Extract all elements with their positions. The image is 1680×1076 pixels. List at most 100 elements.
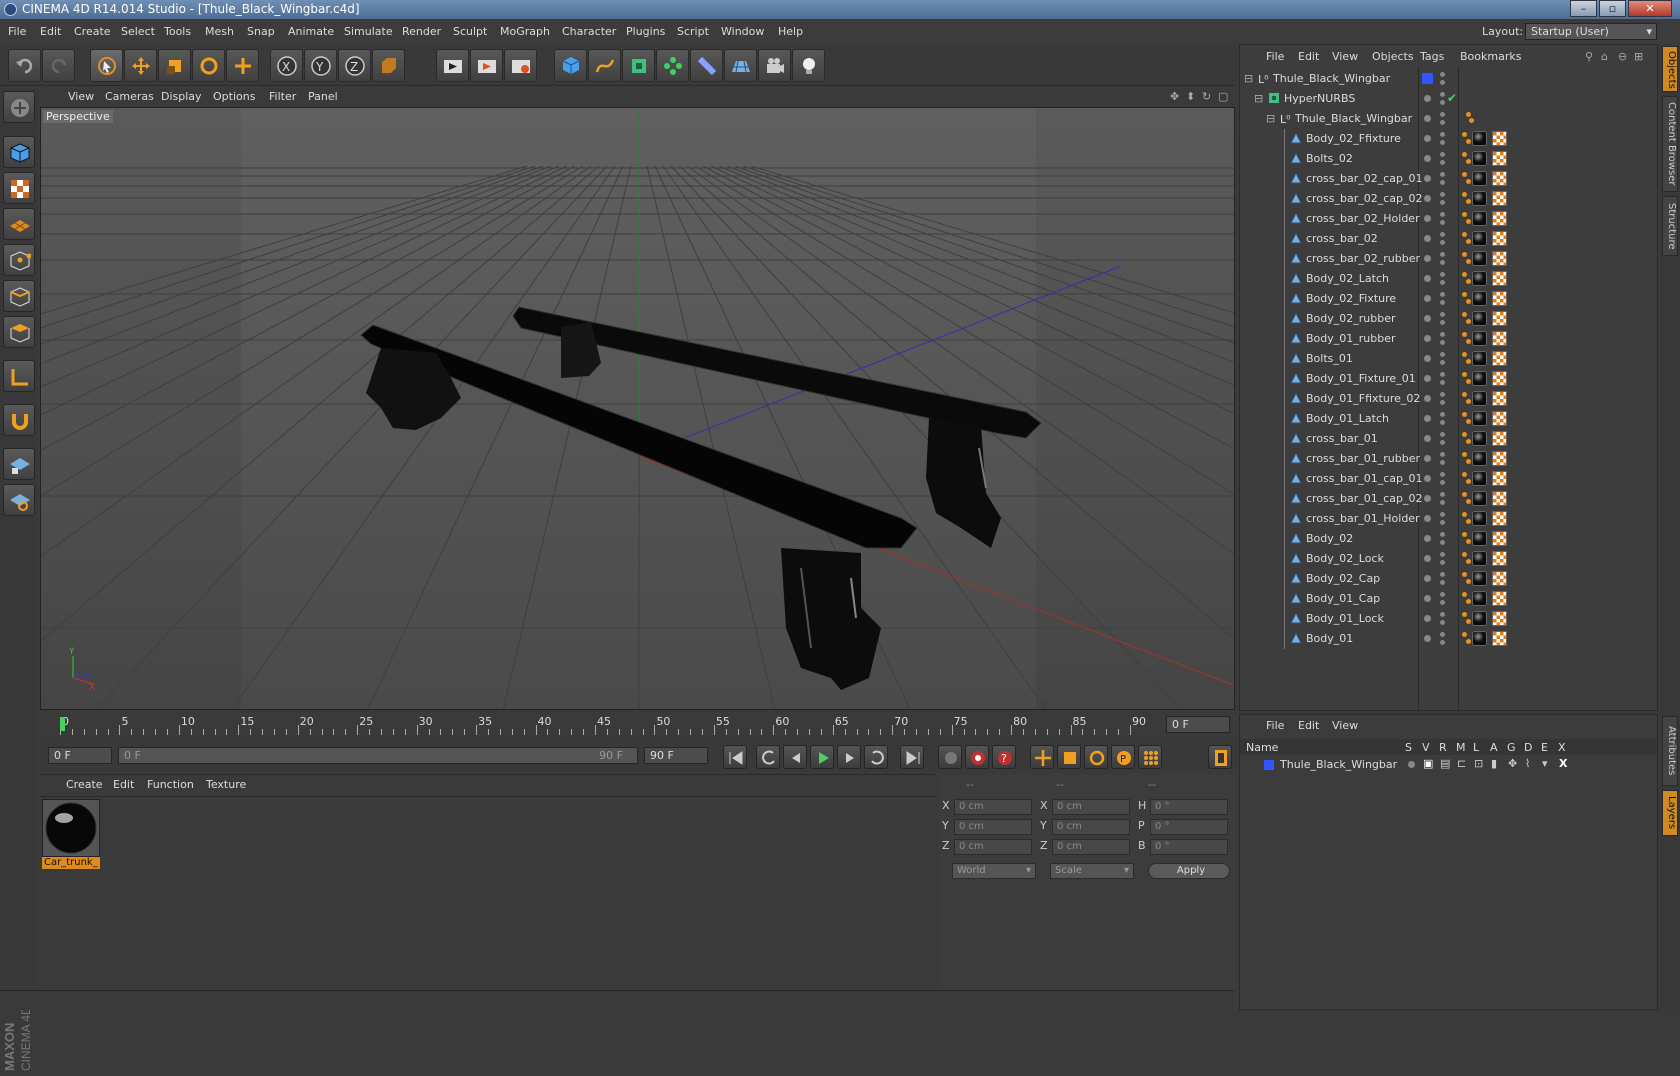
- uvw-tag-icon[interactable]: [1492, 511, 1507, 526]
- move-button[interactable]: [124, 49, 157, 82]
- object-row[interactable]: cross_bar_02_cap_02: [1240, 189, 1657, 209]
- visibility-dot[interactable]: [1424, 335, 1431, 342]
- light-button[interactable]: [792, 49, 825, 82]
- z-axis-lock-button[interactable]: Z: [338, 49, 371, 82]
- visibility-render-dot[interactable]: [1440, 440, 1445, 445]
- visibility-render-dot[interactable]: [1440, 500, 1445, 505]
- phong-tag-icon[interactable]: [1466, 579, 1471, 584]
- object-row[interactable]: Body_01_Lock: [1240, 609, 1657, 629]
- visibility-dot[interactable]: [1424, 435, 1431, 442]
- tab-attributes[interactable]: Attributes: [1662, 716, 1678, 786]
- phong-tag-icon[interactable]: [1462, 532, 1467, 537]
- uvw-tag-icon[interactable]: [1492, 571, 1507, 586]
- model-mode-button[interactable]: [3, 136, 35, 168]
- object-row[interactable]: Body_01_Fixture_01: [1240, 369, 1657, 389]
- obj-menu-objects[interactable]: Objects: [1372, 50, 1414, 63]
- vp-menu-panel[interactable]: Panel: [308, 90, 338, 103]
- object-row[interactable]: Bolts_01: [1240, 349, 1657, 369]
- material-tag-icon[interactable]: [1472, 571, 1487, 586]
- vp-menu-options[interactable]: Options: [213, 90, 255, 103]
- visibility-editor-dot[interactable]: [1440, 632, 1445, 637]
- object-row[interactable]: Body_01_Latch: [1240, 409, 1657, 429]
- visibility-editor-dot[interactable]: [1440, 452, 1445, 457]
- phong-tag-icon[interactable]: [1466, 279, 1471, 284]
- object-row[interactable]: cross_bar_02_cap_01: [1240, 169, 1657, 189]
- phong-tag-icon[interactable]: [1466, 639, 1471, 644]
- search-icon[interactable]: ⚲: [1585, 50, 1593, 63]
- uvw-tag-icon[interactable]: [1492, 271, 1507, 286]
- menu-render[interactable]: Render: [402, 25, 441, 38]
- layer-animation-icon[interactable]: ▮: [1491, 757, 1497, 770]
- material-tag-icon[interactable]: [1472, 291, 1487, 306]
- visibility-render-dot[interactable]: [1440, 100, 1445, 105]
- obj-menu-view[interactable]: View: [1332, 50, 1358, 63]
- phong-tag-icon[interactable]: [1466, 459, 1471, 464]
- uvw-tag-icon[interactable]: [1492, 351, 1507, 366]
- material-tag-icon[interactable]: [1472, 271, 1487, 286]
- object-row[interactable]: cross_bar_02_rubber: [1240, 249, 1657, 269]
- layer-render-icon[interactable]: ▤: [1440, 757, 1450, 770]
- axis-mode-button[interactable]: [3, 360, 35, 392]
- visibility-dot[interactable]: [1424, 255, 1431, 262]
- visibility-render-dot[interactable]: [1440, 140, 1445, 145]
- menu-mesh[interactable]: Mesh: [205, 25, 234, 38]
- material-tag-icon[interactable]: [1472, 451, 1487, 466]
- menu-animate[interactable]: Animate: [288, 25, 334, 38]
- menu-select[interactable]: Select: [121, 25, 155, 38]
- key-position-button[interactable]: [1030, 745, 1054, 769]
- coord-p-field[interactable]: 0 °: [1150, 819, 1228, 835]
- coord-pz-field[interactable]: 0 cm: [954, 839, 1032, 855]
- object-row[interactable]: Body_01_rubber: [1240, 329, 1657, 349]
- visibility-render-dot[interactable]: [1440, 560, 1445, 565]
- mat-menu-texture[interactable]: Texture: [206, 778, 246, 791]
- phong-tag-icon[interactable]: [1462, 172, 1467, 177]
- layer-solo-dot[interactable]: [1408, 761, 1415, 768]
- collapse-toggle-icon[interactable]: ⊟: [1244, 72, 1253, 85]
- uvw-tag-icon[interactable]: [1492, 411, 1507, 426]
- visibility-dot[interactable]: [1424, 475, 1431, 482]
- uvw-tag-icon[interactable]: [1492, 131, 1507, 146]
- collapse-toggle-icon[interactable]: ⊟: [1254, 92, 1263, 105]
- visibility-editor-dot[interactable]: [1440, 552, 1445, 557]
- object-row[interactable]: Body_02_rubber: [1240, 309, 1657, 329]
- object-row[interactable]: cross_bar_02: [1240, 229, 1657, 249]
- visibility-dot[interactable]: [1424, 295, 1431, 302]
- phong-tag-icon[interactable]: [1462, 632, 1467, 637]
- visibility-render-dot[interactable]: [1440, 180, 1445, 185]
- x-axis-lock-button[interactable]: X: [270, 49, 303, 82]
- visibility-editor-dot[interactable]: [1440, 212, 1445, 217]
- material-tag-icon[interactable]: [1472, 211, 1487, 226]
- layer-expressions-icon[interactable]: ▾: [1542, 757, 1548, 770]
- material-tag-icon[interactable]: [1472, 131, 1487, 146]
- menu-tools[interactable]: Tools: [164, 25, 191, 38]
- object-row[interactable]: Body_02: [1240, 529, 1657, 549]
- visibility-editor-dot[interactable]: [1440, 172, 1445, 177]
- menu-help[interactable]: Help: [778, 25, 803, 38]
- visibility-dot[interactable]: [1424, 95, 1431, 102]
- coord-sy-field[interactable]: 0 cm: [1052, 819, 1130, 835]
- vp-pan-icon[interactable]: ⬍: [1186, 90, 1195, 103]
- snap-settings-button[interactable]: [3, 484, 35, 516]
- object-row[interactable]: Bolts_02: [1240, 149, 1657, 169]
- menu-script[interactable]: Script: [677, 25, 709, 38]
- material-tag-icon[interactable]: [1472, 431, 1487, 446]
- vp-menu-cameras[interactable]: Cameras: [105, 90, 154, 103]
- phong-tag-icon[interactable]: [1466, 159, 1471, 164]
- menu-character[interactable]: Character: [562, 25, 616, 38]
- phong-tag-icon[interactable]: [1466, 479, 1471, 484]
- phong-tag-icon[interactable]: [1466, 419, 1471, 424]
- menu-snap[interactable]: Snap: [247, 25, 275, 38]
- workplane-mode-button[interactable]: [3, 208, 35, 240]
- visibility-dot[interactable]: [1424, 235, 1431, 242]
- phong-tag-icon[interactable]: [1462, 392, 1467, 397]
- visibility-render-dot[interactable]: [1440, 280, 1445, 285]
- phong-tag-icon[interactable]: [1462, 292, 1467, 297]
- visibility-editor-dot[interactable]: [1440, 132, 1445, 137]
- layer-color-swatch[interactable]: [1422, 73, 1433, 84]
- phong-tag-icon[interactable]: [1462, 472, 1467, 477]
- visibility-render-dot[interactable]: [1440, 120, 1445, 125]
- uvw-tag-icon[interactable]: [1492, 211, 1507, 226]
- visibility-editor-dot[interactable]: [1440, 232, 1445, 237]
- phong-tag-icon[interactable]: [1462, 312, 1467, 317]
- visibility-dot[interactable]: [1424, 595, 1431, 602]
